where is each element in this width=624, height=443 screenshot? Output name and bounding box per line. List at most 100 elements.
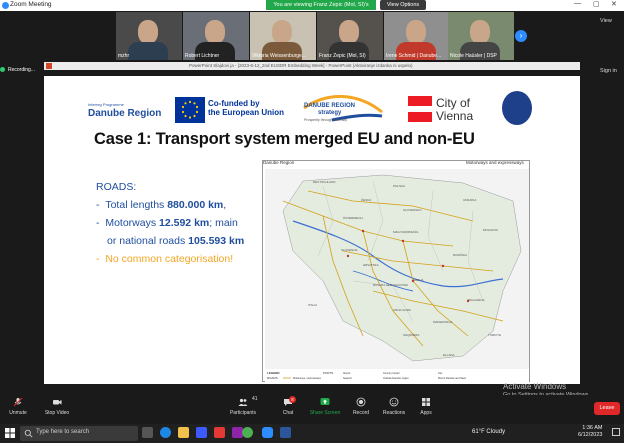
participants-count: 41 xyxy=(252,396,258,402)
participant-tile[interactable]: Franz Zepic (Mol, SI) xyxy=(317,12,383,60)
bullet-total-length: - Total lengths 880.000 km, xyxy=(96,199,227,211)
participant-name: Franz Zepic (Mol, SI) xyxy=(319,53,366,59)
minimize-icon[interactable]: — xyxy=(574,0,581,7)
weather-widget[interactable]: 61°F Cloudy xyxy=(472,429,505,435)
participant-face xyxy=(406,20,426,44)
svg-text:MAGYARORSZÁG: MAGYARORSZÁG xyxy=(393,230,419,234)
recording-indicator[interactable]: Recording... xyxy=(8,67,35,73)
powerpoint-title-bar: PowerPoint Slajdovi ja - [2023-6-12_2nd … xyxy=(44,62,580,70)
task-view-icon[interactable] xyxy=(142,427,153,438)
participant-tile[interactable]: Robert Lichtner xyxy=(183,12,249,60)
svg-text:ROADS: ROADS xyxy=(267,376,278,380)
participants-icon xyxy=(238,398,248,406)
maximize-icon[interactable]: ▢ xyxy=(593,0,600,8)
smiley-icon xyxy=(389,397,399,407)
city-of-vienna-logo: City of Vienna xyxy=(436,96,474,123)
windows-start-icon[interactable] xyxy=(4,427,16,439)
participant-face xyxy=(205,20,225,44)
participant-tile[interactable]: Irene Schmid | Danube... xyxy=(384,12,450,60)
view-button[interactable]: View xyxy=(600,18,612,24)
store-icon[interactable] xyxy=(196,427,207,438)
powerpoint-icon xyxy=(46,63,52,69)
svg-text:ELLADA: ELLADA xyxy=(443,353,455,357)
svg-text:Country border: Country border xyxy=(383,372,400,375)
record-button[interactable]: Record xyxy=(350,397,372,416)
svg-text:ROMÂNIA: ROMÂNIA xyxy=(453,252,467,257)
recording-icon xyxy=(0,67,5,72)
screen-share-banner: You are viewing Franz Zepic (Mol, SI)'s … xyxy=(266,0,376,18)
eu-flag-icon xyxy=(175,97,205,123)
participant-name: Nicole Haüsler | DSP xyxy=(450,53,497,59)
apps-grid-icon xyxy=(422,398,430,406)
sign-in-button[interactable]: Sign in xyxy=(600,68,617,74)
participant-tile[interactable]: mzhr xyxy=(116,12,182,60)
svg-text:Seaport: Seaport xyxy=(343,377,352,380)
participant-tile[interactable]: Nicole Haüsler | DSP xyxy=(448,12,514,60)
svg-text:HRVATSKA: HRVATSKA xyxy=(363,263,379,267)
participant-face xyxy=(272,20,292,44)
svg-text:LEGEND: LEGEND xyxy=(267,371,280,375)
zoom-taskbar-icon[interactable] xyxy=(262,427,273,438)
interreg-label: Interreg Programme xyxy=(88,102,124,107)
stop-video-button[interactable]: Stop Video xyxy=(40,397,74,416)
svg-text:Rivers Danube and Sava: Rivers Danube and Sava xyxy=(438,377,466,380)
video-gallery: mzhr Robert Lichtner Viktoria Weissenbur… xyxy=(0,11,624,63)
edge-browser-icon[interactable] xyxy=(160,427,171,438)
interreg-name: Danube Region xyxy=(88,108,162,119)
share-screen-icon xyxy=(320,398,330,405)
svg-text:ÖSTERREICH: ÖSTERREICH xyxy=(343,216,363,220)
leave-button[interactable]: Leave xyxy=(594,402,620,415)
zoom-logo-icon xyxy=(2,2,9,9)
participant-face xyxy=(339,20,359,44)
search-icon xyxy=(24,429,33,438)
eu-cofunded-text: Co-funded by the European Union xyxy=(208,99,284,117)
bullet-motorways: - Motorways 12.592 km; main xyxy=(96,217,238,229)
participant-name: Robert Lichtner xyxy=(185,53,220,59)
microphone-muted-icon xyxy=(13,397,23,407)
participant-name: Irene Schmid | Danube... xyxy=(386,53,442,59)
share-screen-button[interactable]: Share Screen xyxy=(308,397,342,416)
participant-face xyxy=(470,20,490,44)
svg-text:ITALIA: ITALIA xyxy=(308,303,317,307)
word-icon[interactable] xyxy=(280,427,291,438)
svg-text:SRBIJA: SRBIJA xyxy=(413,278,424,282)
slide-title: Case 1: Transport system merged EU and n… xyxy=(94,130,475,148)
participant-name: Viktoria Weissenburge... xyxy=(252,53,307,59)
svg-text:SHQIPËRIA: SHQIPËRIA xyxy=(403,333,419,337)
view-options-button[interactable]: View Options xyxy=(380,0,426,10)
notification-icon[interactable] xyxy=(612,428,620,436)
map-title: Danube Region xyxy=(263,160,295,165)
svg-text:Motorways, expressways: Motorways, expressways xyxy=(293,377,322,380)
map-subtitle: Motorways and expressways xyxy=(466,160,524,165)
participant-tile[interactable]: Viktoria Weissenburge... xyxy=(250,12,316,60)
chat-badge: 8 xyxy=(289,396,296,403)
reactions-button[interactable]: Reactions xyxy=(380,397,408,416)
svg-text:City: City xyxy=(438,372,443,375)
svg-text:BOSNA I HERCEGOVINA: BOSNA I HERCEGOVINA xyxy=(373,283,408,287)
window-title: Zoom Meeting xyxy=(10,1,52,8)
taskbar-search-placeholder: Type here to search xyxy=(36,429,90,435)
mail-icon[interactable] xyxy=(214,427,225,438)
svg-text:SLOVENSKO: SLOVENSKO xyxy=(403,208,422,212)
chrome-icon[interactable] xyxy=(242,427,253,438)
system-clock[interactable]: 1:36 AM 6/12/2023 xyxy=(578,425,602,439)
apps-button[interactable]: Apps xyxy=(416,397,436,416)
record-icon xyxy=(356,397,366,407)
svg-text:POLSKA: POLSKA xyxy=(393,184,405,188)
svg-text:PORTS: PORTS xyxy=(323,371,333,375)
danube-region-map: DEUTSCHLAND POLSKA ČESKÁ SLOVENSKO UKRAINA… xyxy=(262,160,530,382)
university-crest-icon xyxy=(502,91,532,125)
activate-windows-watermark: Activate Windows xyxy=(503,382,567,391)
svg-text:MAKEDONIJA: MAKEDONIJA xyxy=(433,320,453,324)
video-camera-icon xyxy=(53,400,62,405)
participant-face xyxy=(138,20,158,44)
participant-name: mzhr xyxy=(118,53,130,59)
chevron-right-icon[interactable]: › xyxy=(515,30,527,42)
unmute-button[interactable]: Unmute xyxy=(6,397,30,416)
svg-text:BĂLGARIJA: BĂLGARIJA xyxy=(468,298,485,302)
close-icon[interactable]: ✕ xyxy=(611,0,617,8)
svg-text:ČESKÁ: ČESKÁ xyxy=(361,197,371,202)
file-explorer-icon[interactable] xyxy=(178,427,189,438)
svg-text:TÜRKIYE: TÜRKIYE xyxy=(488,333,501,337)
svg-text:SLOVENIJA: SLOVENIJA xyxy=(341,248,358,252)
